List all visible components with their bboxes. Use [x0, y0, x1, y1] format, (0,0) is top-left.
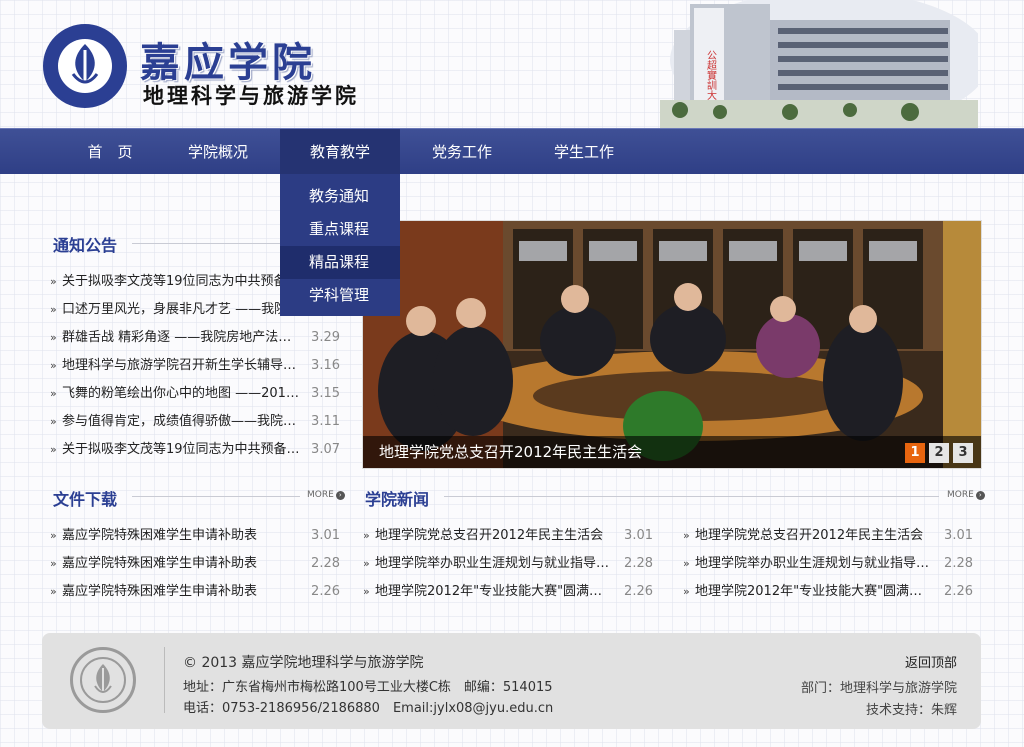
list-item[interactable]: » 地理学院举办职业生涯规划与就业指导讲座 2.28: [683, 550, 973, 578]
list-item[interactable]: » 地理学院举办职业生涯规划与就业指导讲座 2.28: [363, 550, 653, 578]
footer: © 2013 嘉应学院地理科学与旅游学院 地址：广东省梅州市梅松路100号工业大…: [42, 633, 981, 729]
nav-teaching[interactable]: 教育教学: [280, 129, 400, 175]
footer-emblem-icon: [80, 657, 126, 703]
notices-title: 通知公告: [53, 236, 118, 255]
logo-emblem-icon: [58, 39, 112, 93]
nav-about[interactable]: 学院概况: [158, 129, 278, 175]
nav-home[interactable]: 首 页: [50, 129, 170, 175]
nav-student-affairs[interactable]: 学生工作: [524, 129, 644, 175]
news-title: 学院新闻: [365, 490, 430, 509]
list-item[interactable]: » 地理学院党总支召开2012年民主生活会 3.01: [363, 522, 653, 550]
list-item[interactable]: » 地理学院2012年"专业技能大赛"圆满落幕 2.26: [683, 578, 973, 606]
list-item[interactable]: » 地理学院党总支召开2012年民主生活会 3.01: [683, 522, 973, 550]
downloads-list: » 嘉应学院特殊困难学生申请补助表 3.01 » 嘉应学院特殊困难学生申请补助表 2.2…: [50, 522, 340, 606]
footer-divider: [164, 647, 165, 713]
menu-item-key-courses[interactable]: 重点课程: [280, 213, 400, 246]
footer-address: 地址：广东省梅州市梅松路100号工业大楼C栋 邮编：514015: [183, 680, 553, 695]
downloads-more-link[interactable]: MORE ›: [307, 490, 345, 500]
slide-photo: [363, 221, 981, 468]
list-item[interactable]: » 地理科学与旅游学院召开新生学长辅导员会议 3.16: [50, 352, 340, 380]
news-list-right: » 地理学院党总支召开2012年民主生活会 3.01 » 地理学院举办职业生涯规划与就…: [683, 522, 973, 606]
slide-page-1[interactable]: 1: [905, 443, 925, 463]
news-divider: [444, 496, 939, 497]
downloads-divider: [132, 496, 300, 497]
news-slideshow[interactable]: 地理学院党总支召开2012年民主生活会 1 2 3: [362, 220, 982, 469]
news-more-link[interactable]: MORE ›: [947, 490, 985, 500]
footer-copyright: © 2013 嘉应学院地理科学与旅游学院: [183, 655, 424, 671]
list-item[interactable]: » 嘉应学院特殊困难学生申请补助表 3.01: [50, 522, 340, 550]
notices-divider: [132, 243, 280, 244]
downloads-title: 文件下载: [53, 490, 118, 509]
menu-item-academic-notices[interactable]: 教务通知: [280, 180, 400, 213]
news-list-left: » 地理学院党总支召开2012年民主生活会 3.01 » 地理学院举办职业生涯规划与就…: [363, 522, 653, 606]
list-item[interactable]: » 嘉应学院特殊困难学生申请补助表 2.26: [50, 578, 340, 606]
slide-pager: 1 2 3: [905, 443, 973, 463]
site-subtitle: 地理科学与旅游学院: [143, 83, 359, 108]
footer-contact: 电话：0753-2186956/2186880 Email:jylx08@jyu…: [183, 701, 554, 716]
header: 嘉应学院 地理科学与旅游学院 公超實訓大樓: [0, 0, 1024, 128]
main-nav: 首 页 学院概况 教育教学 党务工作 学生工作: [0, 128, 1024, 175]
nav-party-affairs[interactable]: 党务工作: [402, 129, 522, 175]
teaching-dropdown-menu: 教务通知 重点课程 精品课程 学科管理: [280, 174, 400, 316]
list-item[interactable]: » 嘉应学院特殊困难学生申请补助表 2.28: [50, 550, 340, 578]
university-logo[interactable]: [43, 24, 127, 108]
slide-caption[interactable]: 地理学院党总支召开2012年民主生活会: [363, 436, 981, 468]
more-arrow-icon: ›: [335, 490, 345, 500]
list-item[interactable]: » 地理学院2012年"专业技能大赛"圆满落幕 2.26: [363, 578, 653, 606]
list-item[interactable]: »群雄舌战 精彩角逐 ——我院房地产法律知识竞赛3.29: [50, 324, 340, 352]
slide-page-2[interactable]: 2: [929, 443, 949, 463]
footer-department: 部门：地理科学与旅游学院: [800, 681, 957, 696]
list-item[interactable]: »关于拟吸李文茂等19位同志为中共预备党员的公示3.07: [50, 436, 340, 464]
footer-tech-support: 技术支持：朱辉: [865, 703, 957, 718]
building-banner-image: 公超實訓大樓: [660, 0, 978, 128]
menu-item-discipline-management[interactable]: 学科管理: [280, 279, 400, 312]
more-arrow-icon: ›: [975, 490, 985, 500]
list-item[interactable]: »飞舞的粉笔绘出你心中的地图 ——2013年板图大赛3.15: [50, 380, 340, 408]
back-to-top-link[interactable]: 返回顶部: [905, 652, 957, 671]
footer-logo: [70, 647, 136, 713]
list-item[interactable]: »参与值得肯定，成绩值得骄傲——我院学子参加比赛3.11: [50, 408, 340, 436]
menu-item-quality-courses[interactable]: 精品课程: [280, 246, 400, 279]
slide-page-3[interactable]: 3: [953, 443, 973, 463]
